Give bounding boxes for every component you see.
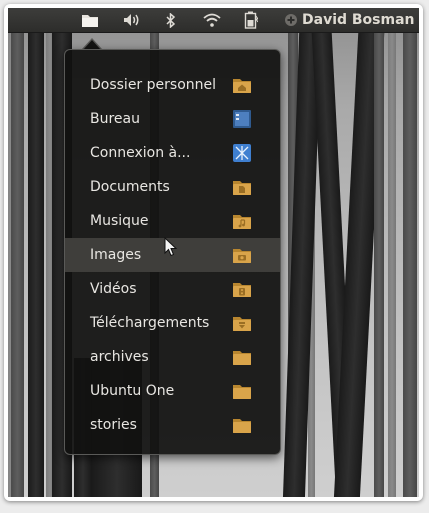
desktop: David Bosman Dossier personnel Bureau Co…	[8, 8, 419, 497]
user-status-icon	[285, 14, 297, 26]
menu-item-archives[interactable]: archives	[65, 340, 280, 374]
user-name: David Bosman	[302, 12, 415, 28]
documents-folder-icon	[233, 181, 251, 195]
menu-item-dossier-personnel[interactable]: Dossier personnel	[65, 68, 280, 102]
folder-icon	[82, 15, 98, 27]
bluetooth-icon	[166, 12, 176, 28]
folder-icon	[233, 351, 251, 365]
pictures-folder-icon	[233, 249, 251, 263]
menu-item-label: Bureau	[90, 111, 140, 127]
menu-item-documents[interactable]: Documents	[65, 170, 280, 204]
menu-item-telechargements[interactable]: Téléchargements	[65, 306, 280, 340]
network-connect-icon	[233, 144, 251, 162]
folder-icon	[233, 419, 251, 433]
menu-item-label: Ubuntu One	[90, 383, 175, 399]
network-indicator[interactable]	[200, 8, 224, 32]
menu-item-label: stories	[90, 417, 137, 433]
menu-item-stories[interactable]: stories	[65, 408, 280, 442]
menu-item-bureau[interactable]: Bureau	[65, 102, 280, 136]
menu-item-label: Musique	[90, 213, 149, 229]
menu-item-label: Images	[90, 247, 142, 263]
battery-icon	[244, 11, 258, 29]
top-panel: David Bosman	[8, 8, 419, 33]
volume-indicator[interactable]	[120, 8, 144, 32]
mouse-cursor-icon	[164, 237, 178, 257]
bluetooth-indicator[interactable]	[161, 8, 181, 32]
menu-item-ubuntu-one[interactable]: Ubuntu One	[65, 374, 280, 408]
menu-item-musique[interactable]: Musique	[65, 204, 280, 238]
music-folder-icon	[233, 215, 251, 229]
volume-icon	[124, 14, 139, 26]
menu-item-label: Documents	[90, 179, 170, 195]
home-folder-icon	[233, 79, 251, 93]
menu-item-videos[interactable]: Vidéos	[65, 272, 280, 306]
screenshot-frame: David Bosman Dossier personnel Bureau Co…	[4, 4, 423, 501]
menu-item-label: archives	[90, 349, 149, 365]
menu-item-label: Vidéos	[90, 281, 137, 297]
videos-folder-icon	[233, 283, 251, 297]
menu-item-label: Connexion à...	[90, 145, 191, 161]
menu-item-label: Téléchargements	[90, 315, 210, 331]
downloads-folder-icon	[233, 317, 251, 331]
user-menu[interactable]: David Bosman	[284, 8, 418, 32]
menu-item-label: Dossier personnel	[90, 77, 217, 93]
folder-icon	[233, 385, 251, 399]
places-menu-indicator[interactable]	[78, 8, 102, 32]
menu-item-connexion[interactable]: Connexion à...	[65, 136, 280, 170]
wifi-icon	[203, 13, 221, 27]
battery-indicator[interactable]	[240, 8, 262, 32]
desktop-icon	[233, 110, 251, 128]
